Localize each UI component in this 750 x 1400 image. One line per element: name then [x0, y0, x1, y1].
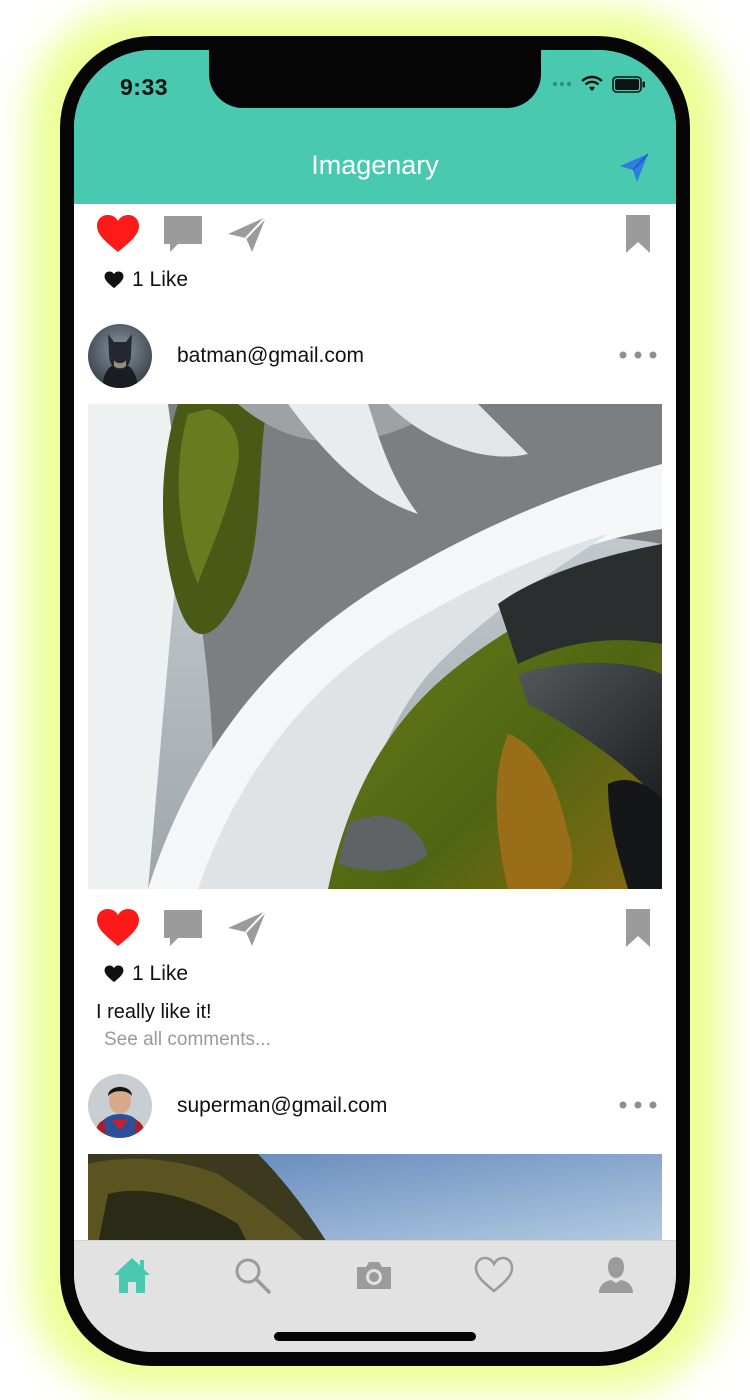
small-heart-icon [104, 965, 124, 983]
likes-count: 1 Like [104, 962, 188, 986]
tab-bar [74, 1240, 676, 1352]
direct-message-icon[interactable] [618, 152, 650, 184]
post-action-bar [96, 908, 666, 952]
wifi-icon [581, 75, 603, 91]
share-icon[interactable] [226, 214, 268, 254]
avatar[interactable] [88, 324, 152, 388]
post-header: superman@gmail.com [88, 1074, 662, 1140]
app-header: 9:33 Imagenary [74, 50, 676, 204]
app-title: Imagenary [311, 150, 439, 180]
profile-icon[interactable] [596, 1255, 636, 1295]
cliff-sky-photo [88, 1154, 662, 1240]
likes-text: 1 Like [132, 962, 189, 985]
see-all-comments-link[interactable]: See all comments... [104, 1029, 271, 1051]
post-username[interactable]: batman@gmail.com [177, 344, 364, 368]
waterfall-photo [88, 404, 662, 889]
signal-icon [552, 81, 572, 87]
bookmark-icon[interactable] [624, 908, 652, 948]
device-notch [209, 50, 541, 108]
post-header: batman@gmail.com [88, 324, 662, 390]
phone-frame: 9:33 Imagenary 1 Like batman@gmail.com 1… [60, 36, 690, 1366]
like-heart-icon[interactable] [96, 908, 140, 948]
bookmark-icon[interactable] [624, 214, 652, 254]
avatar[interactable] [88, 1074, 152, 1138]
like-heart-icon[interactable] [96, 214, 140, 254]
post-image[interactable] [88, 404, 662, 889]
likes-count: 1 Like [104, 268, 188, 292]
post-caption: I really like it! [96, 1001, 212, 1023]
share-icon[interactable] [226, 908, 268, 948]
home-indicator [274, 1332, 476, 1341]
more-options-icon[interactable] [618, 1098, 658, 1112]
search-icon[interactable] [232, 1255, 272, 1295]
post-username[interactable]: superman@gmail.com [177, 1094, 387, 1118]
camera-icon[interactable] [354, 1255, 394, 1295]
likes-text: 1 Like [132, 268, 189, 291]
app-screen: 9:33 Imagenary 1 Like batman@gmail.com 1… [74, 50, 676, 1352]
post-image[interactable] [88, 1154, 662, 1240]
post-action-bar [96, 214, 666, 258]
batman-avatar-image [88, 324, 152, 388]
feed: 1 Like batman@gmail.com 1 Like I really … [74, 204, 676, 1240]
comment-icon[interactable] [162, 908, 204, 948]
more-options-icon[interactable] [618, 348, 658, 362]
status-time: 9:33 [120, 74, 169, 100]
status-icons [552, 75, 646, 93]
small-heart-icon [104, 271, 124, 289]
comment-icon[interactable] [162, 214, 204, 254]
superman-avatar-image [88, 1074, 152, 1138]
battery-icon [612, 75, 645, 93]
activity-heart-icon[interactable] [474, 1255, 514, 1295]
home-icon[interactable] [112, 1255, 152, 1295]
